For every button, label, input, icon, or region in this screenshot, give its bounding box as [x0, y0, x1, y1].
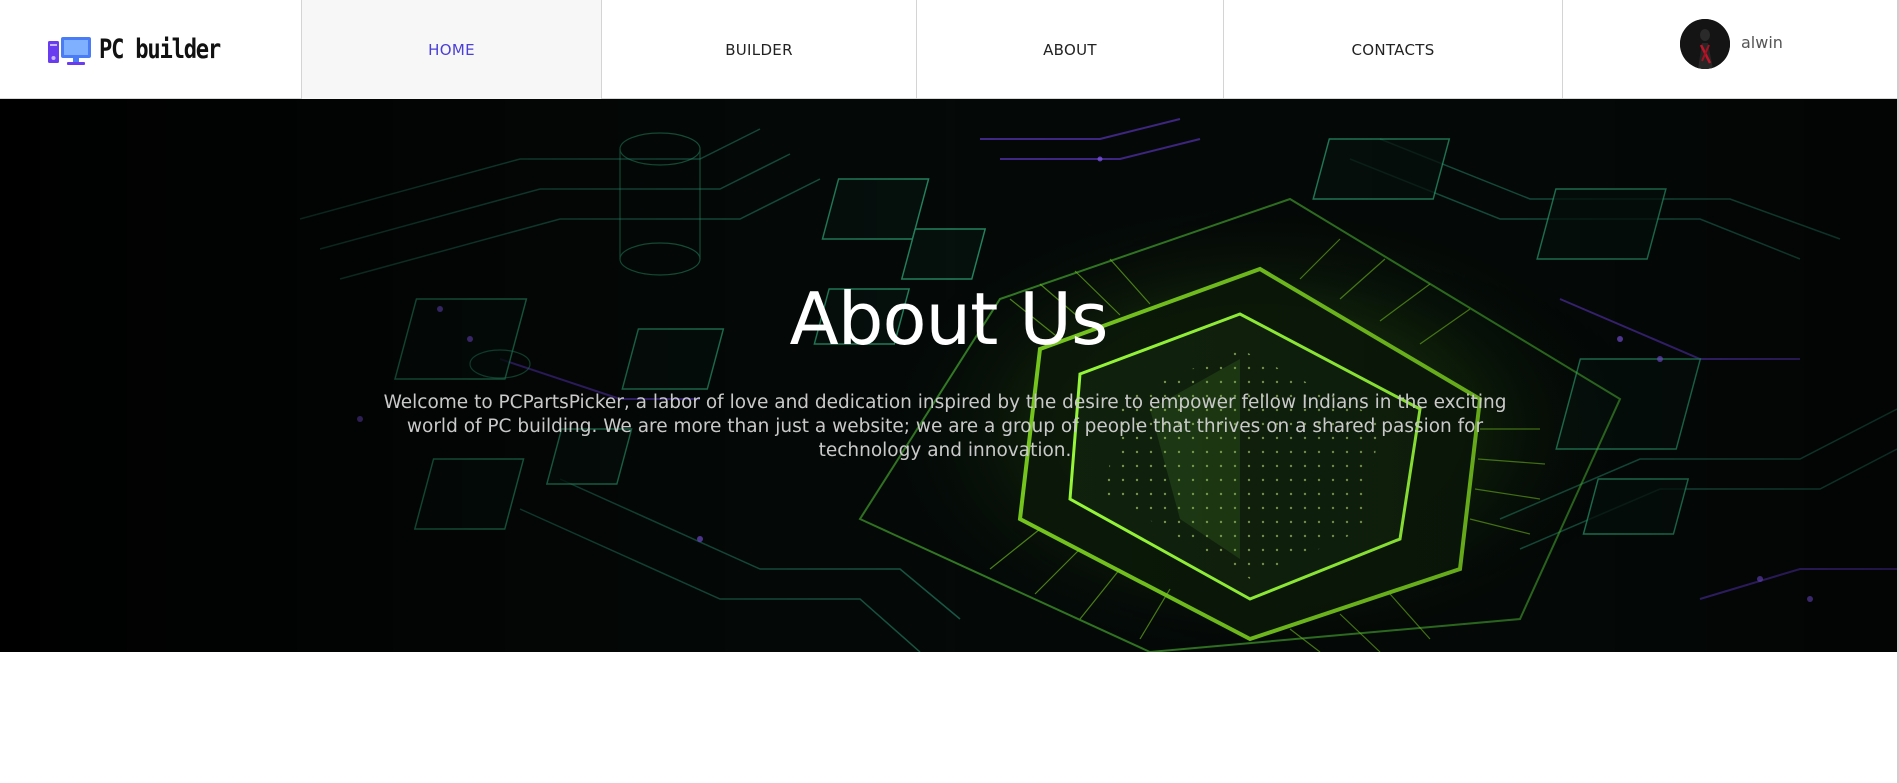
- brand: PC builder: [47, 34, 247, 66]
- avatar-image: [1680, 19, 1730, 69]
- about-description: Welcome to PCPartsPicker, a labor of lov…: [383, 392, 1507, 461]
- brand-logo-link[interactable]: PC builder: [0, 0, 302, 99]
- brand-name: PC builder: [98, 34, 221, 65]
- nav-item-about[interactable]: ABOUT: [917, 0, 1224, 99]
- nav-link-about[interactable]: ABOUT: [1043, 41, 1097, 59]
- content-area: [0, 652, 1897, 783]
- about-hero: About Us Welcome to PCPartsPicker, a lab…: [0, 99, 1897, 652]
- nav-link-home[interactable]: HOME: [428, 41, 475, 59]
- nav-link-builder[interactable]: BUILDER: [725, 41, 793, 59]
- page-title: About Us: [789, 277, 1109, 361]
- nav-item-builder[interactable]: BUILDER: [602, 0, 917, 99]
- username: alwin: [1741, 33, 1783, 52]
- user-avatar[interactable]: [1680, 19, 1730, 69]
- circuit-board-background: [0, 99, 1897, 652]
- nav-item-home[interactable]: HOME: [302, 0, 602, 99]
- user-profile[interactable]: alwin: [1563, 0, 1899, 99]
- nav-item-contacts[interactable]: CONTACTS: [1224, 0, 1563, 99]
- nav-link-contacts[interactable]: CONTACTS: [1351, 41, 1434, 59]
- pc-logo-icon: [47, 36, 91, 65]
- top-navbar: PC builder HOME BUILDER ABOUT CONTACTS a…: [0, 0, 1899, 99]
